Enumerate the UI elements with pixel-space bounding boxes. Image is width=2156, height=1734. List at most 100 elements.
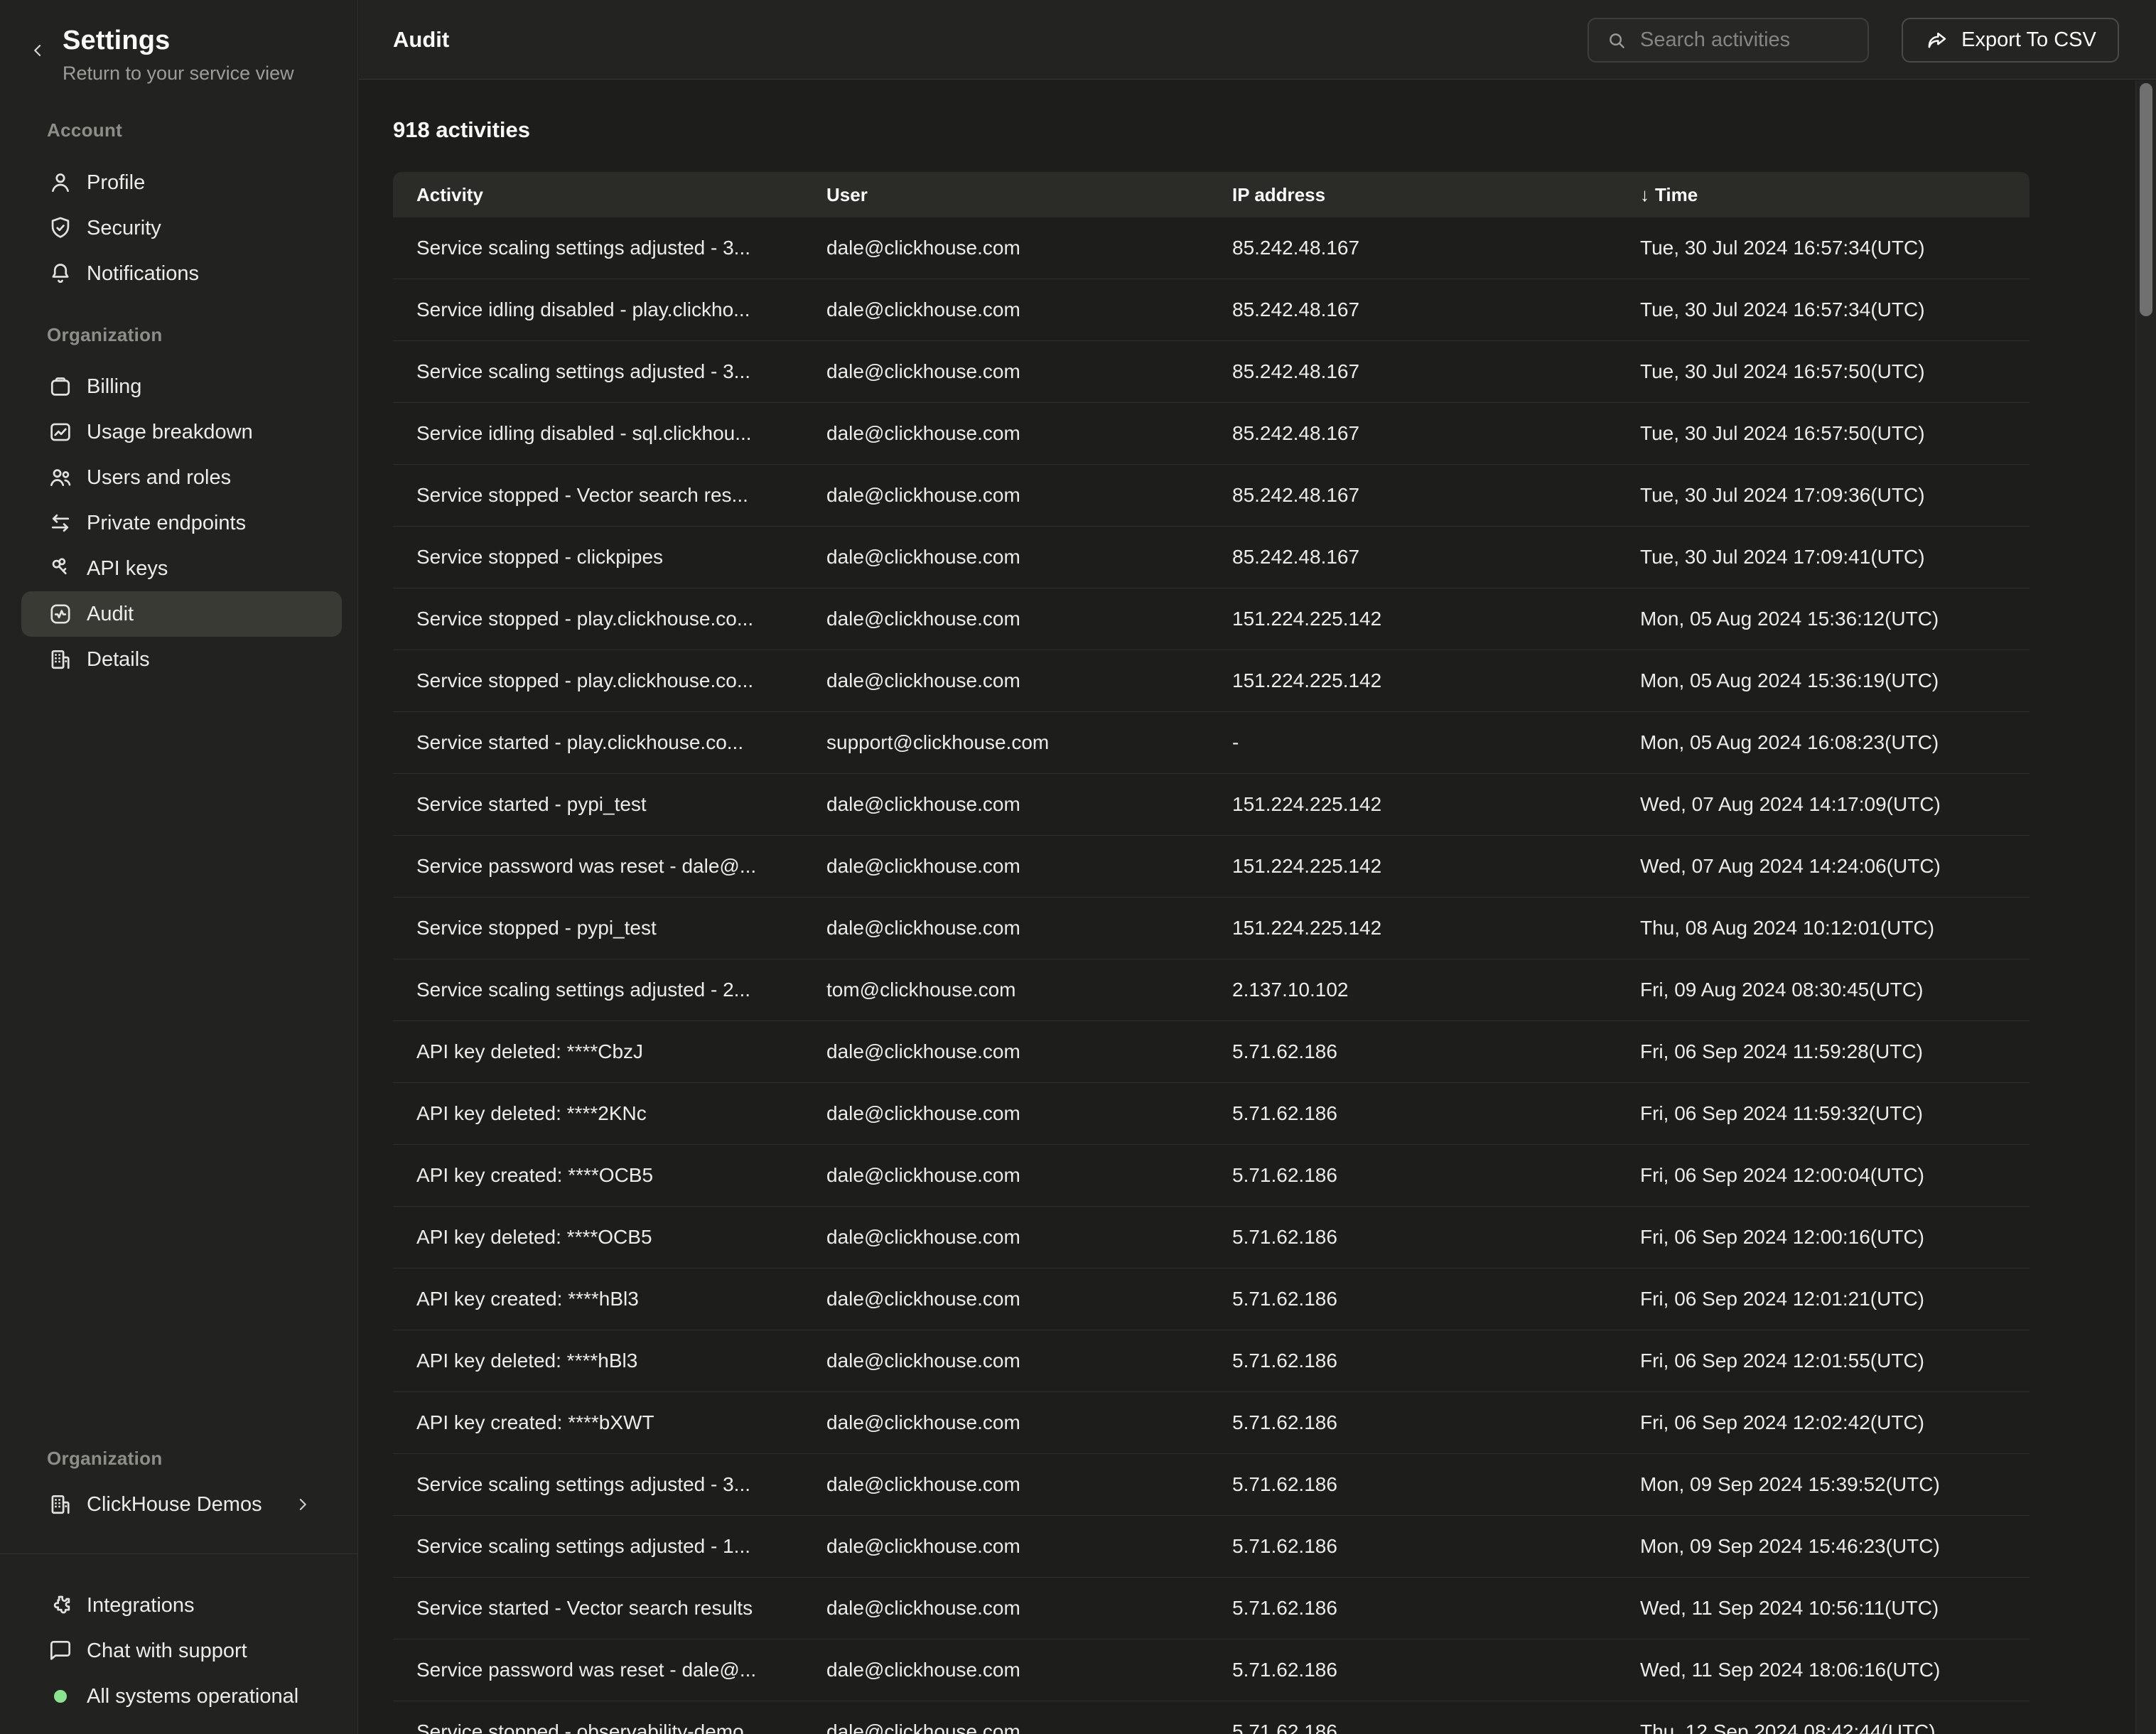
cell-user: dale@clickhouse.com (803, 237, 1209, 259)
cell-activity: Service started - Vector search results (393, 1597, 803, 1620)
table-row[interactable]: API key deleted: ****hBl3dale@clickhouse… (393, 1330, 2030, 1392)
export-arrow-icon (1924, 28, 1950, 53)
sidebar-item-label: Notifications (87, 262, 199, 286)
cell-ip: 151.224.225.142 (1209, 855, 1617, 878)
table-row[interactable]: Service stopped - play.clickhouse.co...d… (393, 588, 2030, 650)
sidebar-item-chat-with-support[interactable]: Chat with support (21, 1628, 342, 1674)
cell-ip: 5.71.62.186 (1209, 1535, 1617, 1558)
sidebar-item-usage-breakdown[interactable]: Usage breakdown (21, 409, 342, 455)
sidebar-item-label: Users and roles (87, 466, 231, 490)
table-row[interactable]: Service stopped - Vector search res...da… (393, 465, 2030, 527)
sidebar-item-profile[interactable]: Profile (21, 160, 342, 205)
sidebar-item-users-and-roles[interactable]: Users and roles (21, 455, 342, 500)
table-row[interactable]: Service password was reset - dale@...dal… (393, 836, 2030, 898)
page-topbar: Audit Export To CSV (359, 0, 2156, 80)
vertical-scrollbar-thumb[interactable] (2140, 83, 2152, 316)
cell-user: dale@clickhouse.com (803, 298, 1209, 321)
sidebar-item-all-systems-operational[interactable]: All systems operational (21, 1674, 342, 1719)
table-row[interactable]: Service stopped - clickpipesdale@clickho… (393, 527, 2030, 588)
audit-table-header: Activity User IP address ↓ Time (393, 172, 2030, 217)
cell-time: Thu, 12 Sep 2024 08:42:44(UTC) (1617, 1720, 2030, 1734)
usage-chart-icon (47, 419, 74, 446)
sidebar-item-integrations[interactable]: Integrations (21, 1583, 342, 1628)
table-row[interactable]: API key deleted: ****CbzJdale@clickhouse… (393, 1021, 2030, 1083)
table-row[interactable]: Service stopped - pypi_testdale@clickhou… (393, 898, 2030, 959)
cell-activity: API key deleted: ****OCB5 (393, 1226, 803, 1249)
cell-time: Thu, 08 Aug 2024 10:12:01(UTC) (1617, 917, 2030, 939)
cell-user: dale@clickhouse.com (803, 1659, 1209, 1681)
cell-activity: Service scaling settings adjusted - 1... (393, 1535, 803, 1558)
cell-activity: Service stopped - clickpipes (393, 546, 803, 569)
cell-activity: Service stopped - play.clickhouse.co... (393, 608, 803, 630)
search-activities-input[interactable] (1640, 28, 1852, 52)
table-row[interactable]: API key deleted: ****OCB5dale@clickhouse… (393, 1207, 2030, 1269)
puzzle-icon (47, 1592, 74, 1619)
cell-ip: 5.71.62.186 (1209, 1040, 1617, 1063)
sidebar-item-api-keys[interactable]: API keys (21, 546, 342, 591)
search-icon (1605, 28, 1629, 53)
app-window: Settings Return to your service view Acc… (0, 0, 2156, 1734)
sidebar-item-private-endpoints[interactable]: Private endpoints (21, 500, 342, 546)
table-row[interactable]: API key deleted: ****2KNcdale@clickhouse… (393, 1083, 2030, 1145)
column-header-user[interactable]: User (803, 184, 1209, 206)
sidebar-item-security[interactable]: Security (21, 205, 342, 251)
table-row[interactable]: Service scaling settings adjusted - 3...… (393, 217, 2030, 279)
sidebar-item-details[interactable]: Details (21, 637, 342, 682)
column-header-time[interactable]: ↓ Time (1617, 184, 2030, 206)
back-chevron-icon[interactable] (27, 40, 48, 61)
column-header-activity[interactable]: Activity (393, 184, 803, 206)
cell-activity: Service started - pypi_test (393, 793, 803, 816)
table-row[interactable]: API key created: ****OCB5dale@clickhouse… (393, 1145, 2030, 1207)
column-header-ip-address[interactable]: IP address (1209, 184, 1617, 206)
table-row[interactable]: API key created: ****hBl3dale@clickhouse… (393, 1269, 2030, 1330)
building-icon (47, 646, 74, 673)
chat-bubble-icon (47, 1637, 74, 1664)
sidebar-item-label: Profile (87, 171, 145, 195)
table-row[interactable]: Service scaling settings adjusted - 2...… (393, 959, 2030, 1021)
cell-user: dale@clickhouse.com (803, 917, 1209, 939)
cell-ip: 5.71.62.186 (1209, 1473, 1617, 1496)
vertical-scrollbar-track[interactable] (2135, 80, 2156, 1734)
cell-time: Wed, 11 Sep 2024 18:06:16(UTC) (1617, 1659, 2030, 1681)
table-row[interactable]: Service stopped - play.clickhouse.co...d… (393, 650, 2030, 712)
table-row[interactable]: Service stopped - observability-demodale… (393, 1701, 2030, 1734)
table-row[interactable]: Service started - pypi_testdale@clickhou… (393, 774, 2030, 836)
cell-time: Wed, 07 Aug 2024 14:24:06(UTC) (1617, 855, 2030, 878)
sidebar-item-label: Billing (87, 375, 141, 399)
cell-time: Tue, 30 Jul 2024 16:57:50(UTC) (1617, 360, 2030, 383)
cell-user: dale@clickhouse.com (803, 546, 1209, 569)
org-switcher-clickhouse-demos[interactable]: ClickHouse Demos (21, 1482, 342, 1527)
search-activities-box[interactable] (1588, 18, 1869, 63)
cell-user: dale@clickhouse.com (803, 608, 1209, 630)
sidebar-item-label: Audit (87, 603, 134, 626)
sidebar-item-label: API keys (87, 557, 168, 581)
cell-time: Tue, 30 Jul 2024 16:57:50(UTC) (1617, 422, 2030, 445)
section-label-account: Account (47, 119, 122, 141)
table-row[interactable]: Service scaling settings adjusted - 3...… (393, 1454, 2030, 1516)
cell-time: Tue, 30 Jul 2024 17:09:41(UTC) (1617, 546, 2030, 569)
cell-time: Mon, 05 Aug 2024 15:36:12(UTC) (1617, 608, 2030, 630)
cell-time: Mon, 05 Aug 2024 16:08:23(UTC) (1617, 731, 2030, 754)
sidebar-item-audit[interactable]: Audit (21, 591, 342, 637)
table-row[interactable]: Service password was reset - dale@...dal… (393, 1639, 2030, 1701)
sidebar-item-label: All systems operational (87, 1685, 298, 1708)
sidebar-item-notifications[interactable]: Notifications (21, 251, 342, 296)
export-to-csv-button[interactable]: Export To CSV (1902, 18, 2119, 63)
sidebar-subtitle[interactable]: Return to your service view (63, 63, 294, 85)
cell-time: Fri, 06 Sep 2024 12:01:55(UTC) (1617, 1350, 2030, 1372)
building-icon (47, 1491, 74, 1518)
table-row[interactable]: API key created: ****bXWTdale@clickhouse… (393, 1392, 2030, 1454)
cell-user: dale@clickhouse.com (803, 1411, 1209, 1434)
sidebar-item-billing[interactable]: Billing (21, 364, 342, 409)
table-row[interactable]: Service idling disabled - play.clickho..… (393, 279, 2030, 341)
sidebar-item-label: Integrations (87, 1594, 195, 1617)
table-row[interactable]: Service scaling settings adjusted - 3...… (393, 341, 2030, 403)
table-row[interactable]: Service started - Vector search resultsd… (393, 1578, 2030, 1639)
cell-user: dale@clickhouse.com (803, 855, 1209, 878)
table-row[interactable]: Service idling disabled - sql.clickhou..… (393, 403, 2030, 465)
cell-time: Wed, 11 Sep 2024 10:56:11(UTC) (1617, 1597, 2030, 1620)
cell-time: Wed, 07 Aug 2024 14:17:09(UTC) (1617, 793, 2030, 816)
table-row[interactable]: Service scaling settings adjusted - 1...… (393, 1516, 2030, 1578)
cell-user: dale@clickhouse.com (803, 1102, 1209, 1125)
table-row[interactable]: Service started - play.clickhouse.co...s… (393, 712, 2030, 774)
